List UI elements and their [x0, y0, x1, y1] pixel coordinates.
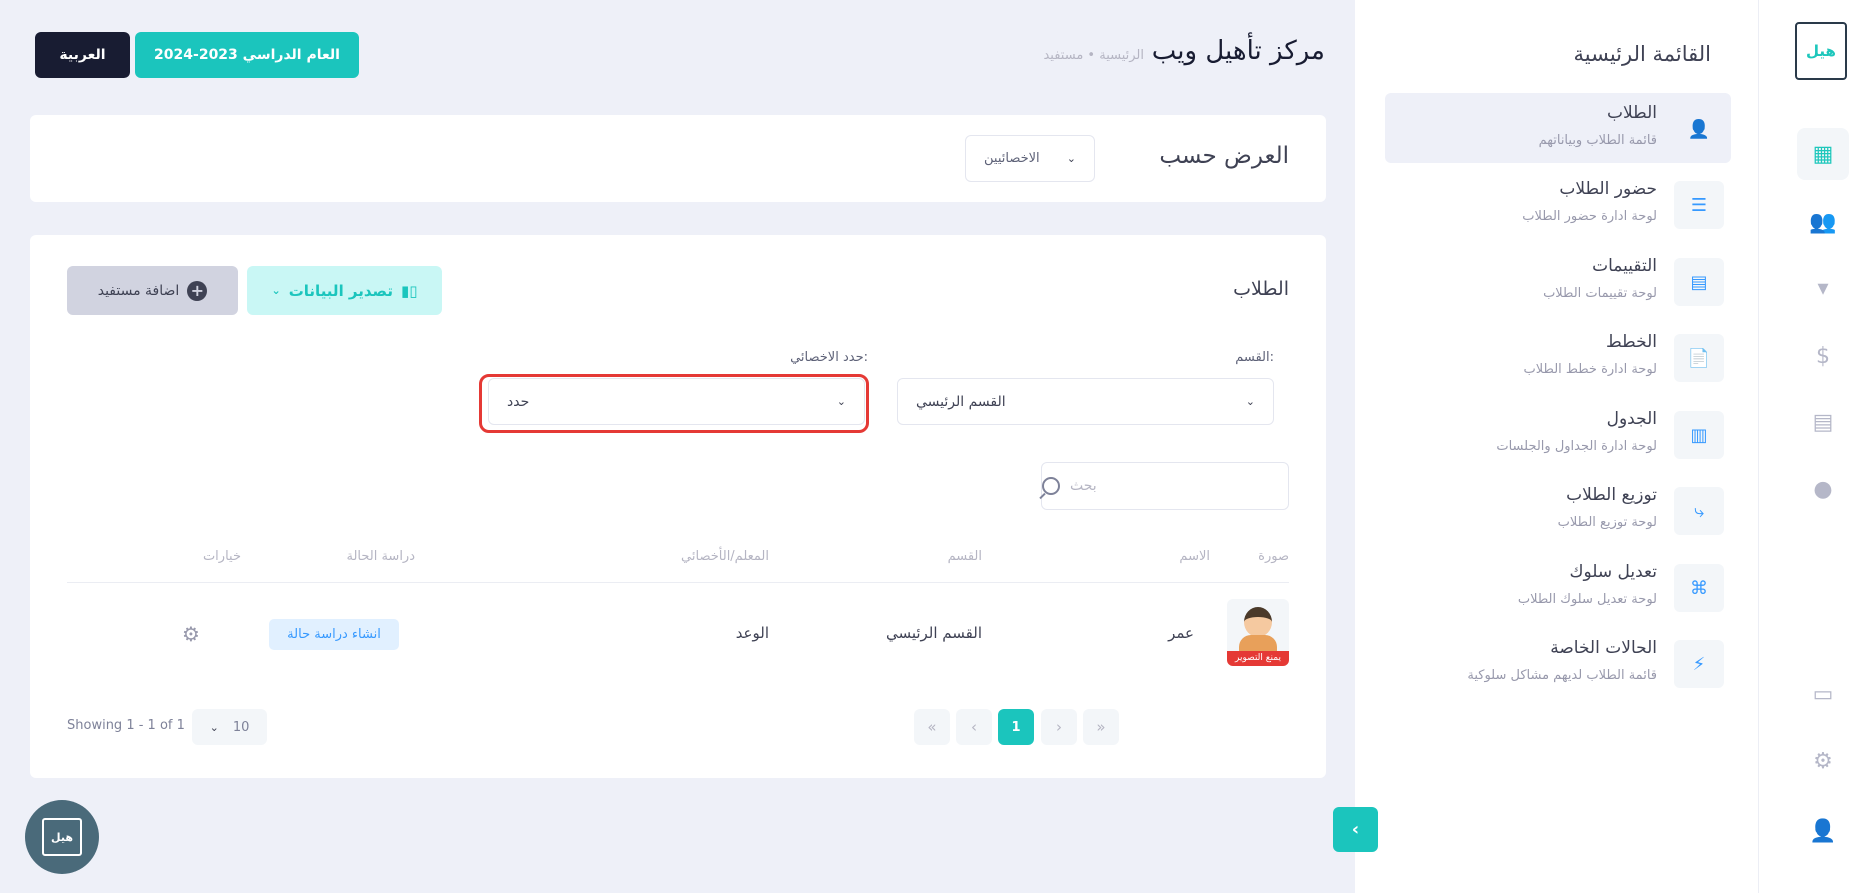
- student-teacher: الوعد: [735, 624, 769, 642]
- user-icon: 👤: [1674, 105, 1724, 153]
- dashboard-icon[interactable]: ▦: [1797, 128, 1849, 180]
- menu-item-label: الطلاب: [1607, 103, 1657, 123]
- column-name[interactable]: الاسم: [1179, 549, 1210, 564]
- chevron-down-icon: ⌄: [209, 720, 219, 734]
- menu-item-behavior[interactable]: ⌘ تعديل سلوك لوحة تعديل سلوك الطلاب: [1385, 552, 1731, 622]
- students-title: الطلاب: [1233, 278, 1289, 300]
- support-chat-button[interactable]: هيل: [25, 800, 99, 874]
- view-by-select[interactable]: الاخصائيين ⌄: [965, 135, 1095, 182]
- menu-item-label: الجدول: [1606, 409, 1657, 429]
- list-icon: ☰: [1674, 181, 1724, 229]
- table-divider: [67, 582, 1289, 583]
- department-value: القسم الرئيسي: [916, 393, 1006, 410]
- menu-item-sub: لوحة تقييمات الطلاب: [1543, 286, 1657, 301]
- layout-icon: ▤: [1674, 258, 1724, 306]
- specialist-label: حدد الاخصائي:: [790, 350, 868, 365]
- filter-label: العرض حسب: [1159, 143, 1289, 169]
- page-1-button[interactable]: 1: [998, 709, 1034, 745]
- search-input[interactable]: بحث: [1041, 462, 1289, 510]
- column-department[interactable]: القسم: [948, 549, 982, 564]
- next-page-button[interactable]: ‹: [956, 709, 992, 745]
- menu-item-attendance[interactable]: ☰ حضور الطلاب لوحة ادارة حضور الطلاب: [1385, 169, 1731, 239]
- menu-item-plans[interactable]: 📄 الخطط لوحة ادارة خطط الطلاب: [1385, 322, 1731, 392]
- lightning-icon: ⚡: [1674, 640, 1724, 688]
- first-page-button[interactable]: »: [1083, 709, 1119, 745]
- menu-item-label: تعديل سلوك: [1569, 562, 1657, 582]
- department-label: القسم:: [1235, 350, 1274, 365]
- student-department: القسم الرئيسي: [885, 624, 982, 642]
- page-size-value: 10: [232, 719, 250, 735]
- sidebar-toggle-button[interactable]: ‹: [1333, 807, 1378, 852]
- menu-item-label: التقييمات: [1592, 256, 1657, 276]
- menu-item-label: الخطط: [1606, 332, 1657, 352]
- gear-icon[interactable]: ⚙: [1797, 735, 1849, 787]
- document-icon: 📄: [1674, 334, 1724, 382]
- route-icon: ⤷: [1674, 487, 1724, 535]
- chevron-down-icon: ⌄: [271, 284, 281, 297]
- avatar: يمنع التصوير: [1227, 599, 1289, 666]
- search-placeholder: بحث: [1070, 478, 1097, 494]
- menu-item-label: حضور الطلاب: [1559, 179, 1657, 199]
- column-photo: صورة: [1258, 549, 1289, 564]
- export-icon: ▮▯: [400, 281, 418, 300]
- breadcrumb[interactable]: الرئيسية • مستفيد: [1043, 48, 1144, 63]
- student-name: عمر: [1168, 624, 1194, 642]
- menu-item-students[interactable]: 👤 الطلاب قائمة الطلاب وبياناتهم: [1385, 93, 1731, 163]
- menu-item-sub: لوحة ادارة خطط الطلاب: [1523, 362, 1657, 377]
- icon-rail: هيل ▦ 👥 ▾ $ ▤ ● ▭ ⚙ 👤: [1758, 0, 1872, 893]
- language-button[interactable]: العربية: [35, 32, 130, 78]
- prev-page-button[interactable]: ›: [1041, 709, 1077, 745]
- menu-item-sub: قائمة الطلاب لديهم مشاكل سلوكية: [1467, 668, 1657, 683]
- menu-item-sub: لوحة ادارة حضور الطلاب: [1522, 209, 1657, 224]
- menu-item-label: الحالات الخاصة: [1550, 638, 1657, 658]
- showing-count: Showing 1 - 1 of 1: [67, 718, 185, 733]
- export-data-button[interactable]: ⌄ تصدير البيانات ▮▯: [247, 266, 442, 315]
- chat-icon[interactable]: ▭: [1797, 668, 1849, 720]
- moon-icon[interactable]: ●: [1797, 463, 1849, 515]
- menu-item-sub: لوحة توزيع الطلاب: [1557, 515, 1657, 530]
- user-icon[interactable]: 👤: [1797, 805, 1849, 857]
- menu-item-label: توزيع الطلاب: [1566, 485, 1657, 505]
- menu-item-sub: لوحة ادارة الجداول والجلسات: [1496, 439, 1657, 454]
- main-menu: القائمة الرئيسية 👤 الطلاب قائمة الطلاب و…: [1355, 0, 1758, 893]
- export-label: تصدير البيانات: [288, 281, 393, 300]
- page-title: مركز تأهيل ويب: [1151, 36, 1325, 66]
- highlight-box: [479, 374, 869, 433]
- menu-item-distribution[interactable]: ⤷ توزيع الطلاب لوحة توزيع الطلاب: [1385, 475, 1731, 545]
- app-logo-icon: هيل: [42, 818, 82, 856]
- users-icon[interactable]: 👥: [1797, 196, 1849, 248]
- menu-item-schedule[interactable]: ▥ الجدول لوحة ادارة الجداول والجلسات: [1385, 399, 1731, 469]
- menu-item-sub: لوحة تعديل سلوك الطلاب: [1517, 592, 1657, 607]
- create-case-study-button[interactable]: انشاء دراسة حالة: [269, 619, 399, 650]
- dollar-icon[interactable]: $: [1797, 330, 1849, 382]
- department-select[interactable]: القسم الرئيسي ⌄: [897, 378, 1274, 425]
- command-icon: ⌘: [1674, 564, 1724, 612]
- column-case-study: دراسة الحالة: [346, 549, 415, 564]
- column-teacher[interactable]: المعلم/الأخصائي: [681, 549, 769, 564]
- tie-icon[interactable]: ▾: [1797, 262, 1849, 314]
- search-icon: [1042, 477, 1060, 495]
- menu-item-evaluations[interactable]: ▤ التقييمات لوحة تقييمات الطلاب: [1385, 246, 1731, 316]
- view-by-value: الاخصائيين: [984, 151, 1040, 166]
- filter-card: العرض حسب الاخصائيين ⌄: [30, 115, 1326, 202]
- chevron-down-icon: ⌄: [1066, 152, 1076, 165]
- last-page-button[interactable]: «: [914, 709, 950, 745]
- app-logo[interactable]: هيل: [1795, 22, 1847, 80]
- students-card: الطلاب ⌄ تصدير البيانات ▮▯ اضافة مستفيد …: [30, 235, 1326, 778]
- no-photo-badge: يمنع التصوير: [1227, 651, 1289, 666]
- column-options: خيارات: [202, 549, 241, 564]
- gear-icon[interactable]: ⚙: [180, 623, 202, 645]
- chevron-down-icon: ⌄: [1245, 395, 1255, 408]
- building-icon[interactable]: ▤: [1797, 396, 1849, 448]
- menu-item-sub: قائمة الطلاب وبياناتهم: [1538, 133, 1657, 148]
- academic-year-button[interactable]: العام الدراسي 2023-2024: [135, 32, 359, 78]
- grid-icon: ▥: [1674, 411, 1724, 459]
- page-size-select[interactable]: ⌄ 10: [192, 709, 267, 745]
- menu-title: القائمة الرئيسية: [1573, 42, 1711, 66]
- add-label: اضافة مستفيد: [97, 282, 180, 299]
- menu-item-special-cases[interactable]: ⚡ الحالات الخاصة قائمة الطلاب لديهم مشاك…: [1385, 628, 1731, 698]
- add-beneficiary-button[interactable]: اضافة مستفيد +: [67, 266, 238, 315]
- plus-icon: +: [187, 280, 208, 301]
